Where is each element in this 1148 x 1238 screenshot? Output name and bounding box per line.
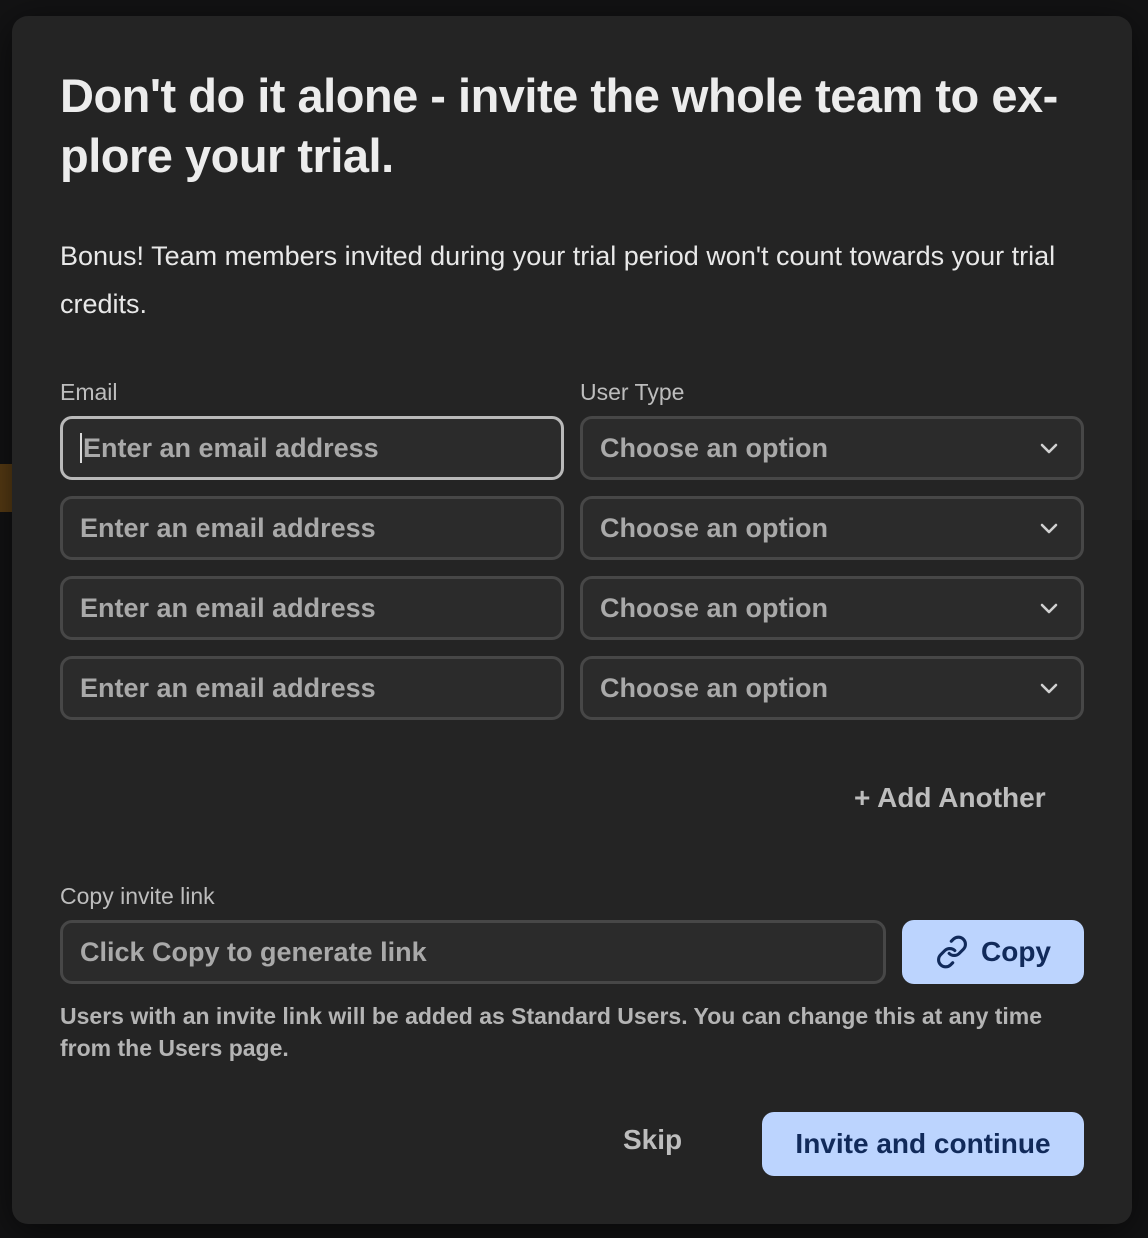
chevron-down-icon [1040,683,1058,694]
invite-button-label: Invite and continue [795,1128,1051,1159]
user-type-column-label: User Type [580,379,685,405]
invite-link-label: Copy invite link [60,883,215,909]
email-placeholder: Enter an email address [83,432,379,463]
email-placeholder: Enter an email address [80,592,376,623]
text-cursor [80,433,82,463]
user-type-select[interactable]: Choose an option [580,496,1084,560]
user-type-value: Choose an option [600,512,828,543]
email-field[interactable]: Enter an email address [60,656,564,720]
user-type-value: Choose an option [600,592,828,623]
modal-title: Don't do it alone - invite the whole tea… [60,69,1058,182]
chevron-down-icon [1040,523,1058,534]
invite-link-field[interactable]: Click Copy to generate link [60,920,886,984]
email-placeholder: Enter an email address [80,672,376,703]
invite-link-placeholder: Click Copy to generate link [80,936,427,967]
link-icon [937,935,967,969]
email-column-label: Email [60,379,118,405]
user-type-value: Choose an option [600,672,828,703]
invite-and-continue-button[interactable]: Invite and continue [762,1112,1084,1176]
email-field[interactable]: Enter an email address [60,496,564,560]
chevron-down-icon [1040,443,1058,454]
user-type-value: Choose an option [600,432,828,463]
skip-button[interactable]: Skip [623,1124,682,1156]
email-placeholder: Enter an email address [80,512,376,543]
copy-button-label: Copy [981,936,1051,967]
copy-link-button[interactable]: Copy [902,920,1084,984]
user-type-select[interactable]: Choose an option [580,576,1084,640]
background-fragment [1130,180,1148,520]
chevron-down-icon [1040,603,1058,614]
email-field[interactable]: Enter an email address [60,416,564,480]
user-type-select[interactable]: Choose an option [580,656,1084,720]
add-another-button[interactable]: + Add Another [854,782,1046,814]
modal-subtitle: Bonus! Team members invited during your … [60,241,1056,319]
user-type-select[interactable]: Choose an option [580,416,1084,480]
email-field[interactable]: Enter an email address [60,576,564,640]
invite-team-modal: Don't do it alone - invite the whole tea… [12,16,1132,1224]
invite-link-note: Users with an invite link will be added … [60,1003,1043,1061]
